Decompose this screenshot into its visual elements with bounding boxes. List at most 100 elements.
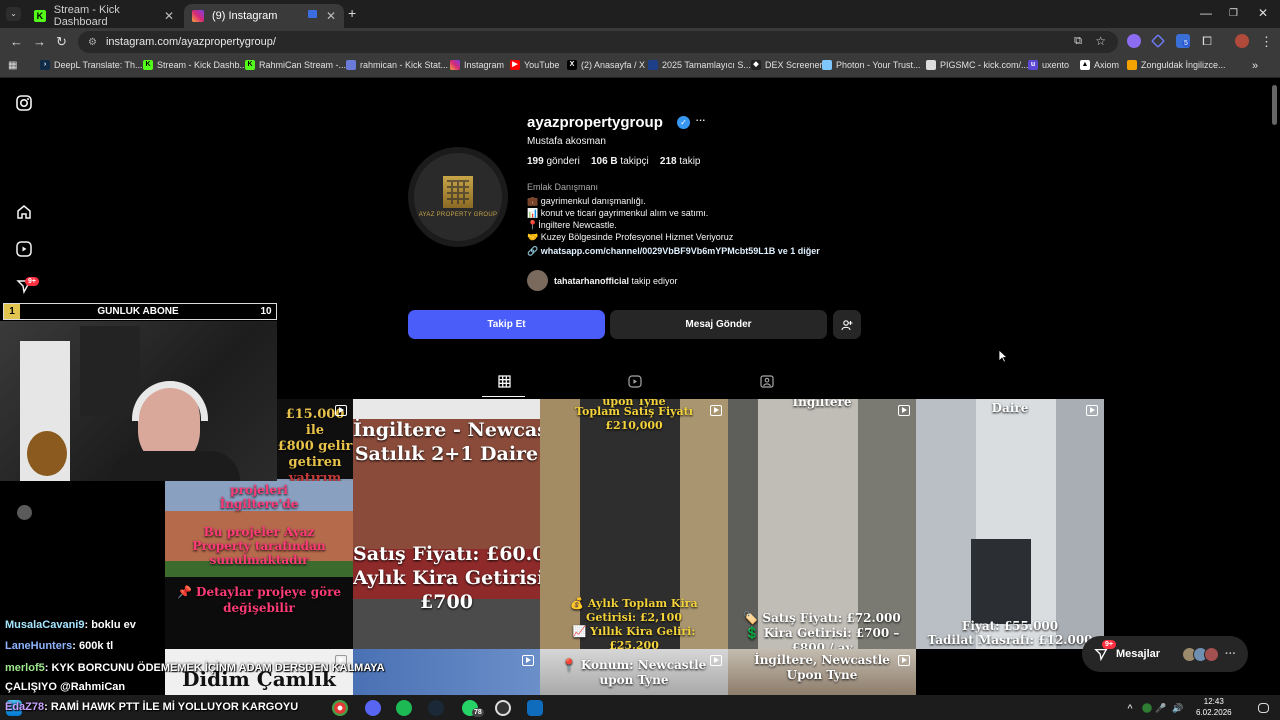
add-user-icon <box>841 319 853 330</box>
extension-icon[interactable]: 5 <box>1176 34 1190 48</box>
cast-icon <box>308 10 317 18</box>
stats-icon <box>346 60 356 70</box>
apps-grid-icon[interactable]: ▦ <box>8 60 17 71</box>
send-message-button[interactable]: Mesaj Gönder <box>610 310 827 339</box>
bookmark-star-icon[interactable]: ☆ <box>1095 34 1106 48</box>
globe-icon <box>926 60 936 70</box>
restore-button[interactable]: ❐ <box>1229 8 1238 19</box>
more-options-button[interactable]: ··· <box>695 112 706 127</box>
steam-icon[interactable] <box>428 700 444 716</box>
tab-search-button[interactable]: ⌄ <box>6 7 21 21</box>
bookmark-photon[interactable]: Photon - Your Trust... <box>822 60 921 70</box>
chat-message: LaneHunters: 600k tl <box>5 640 114 652</box>
post-thumbnail[interactable]: upon Tyne Toplam Satış Fiyatı £210,000 💰… <box>540 399 728 649</box>
teddy-bear <box>27 431 67 476</box>
site-info-icon[interactable]: ⚙ <box>88 37 97 48</box>
instagram-logo-icon[interactable] <box>15 95 33 113</box>
reels-tab[interactable] <box>628 375 642 389</box>
link-icon: 🔗 <box>527 246 541 256</box>
tray-chevron-icon[interactable]: ^ <box>1122 700 1138 716</box>
notification-badge: 9+ <box>25 277 39 286</box>
mutual-follower-avatar[interactable] <box>527 270 548 291</box>
discord-icon[interactable] <box>365 700 381 716</box>
bookmark-youtube[interactable]: ▶ YouTube <box>510 60 559 70</box>
bookmark-axiom[interactable]: ▲ Axiom <box>1080 60 1119 70</box>
close-window-button[interactable]: ✕ <box>1258 6 1268 20</box>
profile-link[interactable]: 🔗 whatsapp.com/channel/0029VbBF9Vb6mYPMc… <box>527 246 820 257</box>
spotify-icon[interactable] <box>396 700 412 716</box>
bookmark-tamamlayici[interactable]: 2025 Tamamlayıcı S... <box>648 60 751 70</box>
bookmark-dex-screener[interactable]: ◆ DEX Screener <box>751 60 823 70</box>
tagged-tab[interactable] <box>760 375 774 389</box>
app-icon[interactable] <box>527 700 543 716</box>
bio-line: 📊 konut ve ticari gayrimenkul alım ve sa… <box>527 208 709 218</box>
tab-instagram[interactable]: (9) Instagram ✕ <box>184 4 344 28</box>
dex-icon: ◆ <box>751 60 761 70</box>
address-bar[interactable]: ⚙ instagram.com/ayazpropertygroup/ ⧉ ☆ <box>78 31 1118 53</box>
back-button[interactable]: ← <box>10 34 23 49</box>
suggested-users-button[interactable] <box>833 310 861 339</box>
post-thumbnail[interactable]: İngiltere 🏷️ Satış Fiyatı: £72.000 💲 Kir… <box>728 399 916 649</box>
browser-toolbar: ← → ↻ ⚙ instagram.com/ayazpropertygroup/… <box>0 28 1280 56</box>
following-count[interactable]: 218 takip <box>660 156 701 167</box>
bookmark-rahmican-stream[interactable]: K RahmiCan Stream -... <box>245 60 346 70</box>
extensions-puzzle-icon[interactable]: ⧠ <box>1200 34 1214 48</box>
chrome-icon[interactable] <box>332 700 348 716</box>
new-tab-button[interactable]: + <box>348 5 356 21</box>
post-thumbnail[interactable]: İngiltere, Newcastle Upon Tyne <box>728 649 916 695</box>
bookmark-kick-stats[interactable]: rahmican - Kick Stat... <box>346 60 448 70</box>
bookmark-uxento[interactable]: u uxento <box>1028 60 1069 70</box>
bookmark-zonguldak[interactable]: Zonguldak İngilizce... <box>1127 60 1226 70</box>
post-thumbnail[interactable]: Daire Fiyat: £55.000 Tadilat Masrafı: £1… <box>916 399 1104 649</box>
post-thumbnail[interactable]: projeleri İngiltere'de Bu projeler Ayaz … <box>165 481 353 649</box>
uxento-icon: u <box>1028 60 1038 70</box>
bookmark-kick-dashboard[interactable]: K Stream - Kick Dashb... <box>143 60 247 70</box>
more-bookmarks-icon[interactable]: » <box>1252 60 1258 72</box>
extension-icon[interactable] <box>1151 34 1165 48</box>
reels-icon[interactable] <box>15 241 33 259</box>
reel-icon <box>522 655 534 666</box>
posts-grid-tab[interactable] <box>497 375 511 389</box>
home-icon[interactable] <box>15 204 33 222</box>
microphone-icon[interactable]: 🎤 <box>1153 700 1169 716</box>
reel-icon <box>335 405 347 416</box>
scrollbar[interactable] <box>1272 85 1277 125</box>
tab-kick-dashboard[interactable]: K Stream - Kick Dashboard ✕ <box>26 4 182 28</box>
bookmark-pigsmc[interactable]: PIGSMC - kick.com/... <box>926 60 1029 70</box>
browser-menu-button[interactable]: ⋮ <box>1260 34 1273 50</box>
post-thumbnail[interactable]: İngiltere - Newcastle Satılık 2+1 Daire … <box>353 399 540 649</box>
deepl-icon: › <box>40 60 50 70</box>
messages-bubble[interactable]: 9+ Mesajlar ··· <box>1082 636 1248 672</box>
forward-button[interactable]: → <box>33 34 46 49</box>
posts-count[interactable]: 199 gönderi <box>527 156 580 167</box>
notifications-icon[interactable] <box>1258 703 1269 713</box>
follow-button[interactable]: Takip Et <box>408 310 605 339</box>
followed-by-text[interactable]: tahatarhanofficial takip ediyor <box>554 276 678 286</box>
bookmark-instagram[interactable]: Instagram <box>450 60 504 70</box>
extension-icon[interactable] <box>1127 34 1141 48</box>
install-app-icon[interactable]: ⧉ <box>1074 35 1082 48</box>
bookmark-x[interactable]: X (2) Anasayfa / X <box>567 60 645 70</box>
close-icon[interactable]: ✕ <box>326 9 336 23</box>
reel-icon <box>898 405 910 416</box>
reload-button[interactable]: ↻ <box>56 34 67 50</box>
minimize-button[interactable]: — <box>1200 6 1212 20</box>
profile-avatar[interactable] <box>1235 34 1249 48</box>
streamer-shirt <box>110 451 240 481</box>
close-icon[interactable]: ✕ <box>164 9 174 23</box>
profile-avatar[interactable]: AYAZ PROPERTY GROUP <box>408 147 508 247</box>
volume-icon[interactable]: 🔊 <box>1170 700 1186 716</box>
bio-line: 🤝 Kuzey Bölgesinde Profesyonel Hizmet Ve… <box>527 232 734 242</box>
followers-count[interactable]: 106 B takipçi <box>591 156 649 167</box>
youtube-icon: ▶ <box>510 60 520 70</box>
whatsapp-icon[interactable]: 78 <box>462 700 484 717</box>
tray-app-icon[interactable] <box>1142 703 1152 713</box>
bookmark-deepl[interactable]: › DeepL Translate: Th... <box>40 60 143 70</box>
avatar <box>17 505 32 520</box>
obs-icon[interactable] <box>495 700 511 716</box>
post-thumbnail[interactable]: 📍 Konum: Newcastle upon Tyne <box>540 649 728 695</box>
system-clock[interactable]: 12:43 6.02.2026 <box>1196 696 1232 718</box>
more-icon: ··· <box>1225 648 1237 660</box>
folder-icon <box>1127 60 1137 70</box>
chat-message: ÇALIŞIYO @RahmiCan <box>5 681 126 693</box>
